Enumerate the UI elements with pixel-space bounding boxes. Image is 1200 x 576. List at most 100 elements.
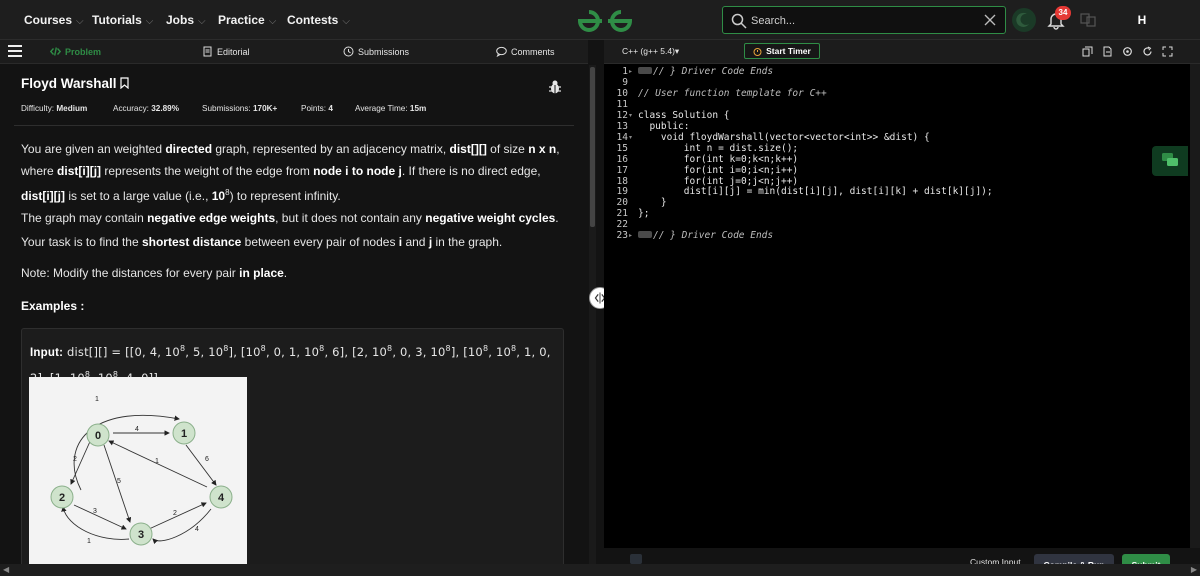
edge-label: 6 xyxy=(205,456,209,463)
code-text: }; xyxy=(638,208,650,220)
code-line[interactable]: // } Driver Code Ends xyxy=(638,66,773,77)
code-text: } xyxy=(638,197,667,209)
language-select[interactable]: C++ (g++ 5.4)▾ xyxy=(622,46,679,57)
line-number: 15 xyxy=(616,142,628,154)
code-text: class Solution { xyxy=(638,109,730,121)
edge-label: 1 xyxy=(87,538,91,545)
editor-footer: Custom Input Compile & Run Submit xyxy=(604,548,1200,572)
code-line[interactable]: } xyxy=(638,197,667,208)
accuracy-meta: Accuracy: 32.89% xyxy=(113,104,180,113)
line-number: 1 xyxy=(622,66,628,77)
problem-description: You are given an weighted directed graph… xyxy=(21,142,560,225)
fold-toggle-icon[interactable]: ▸ xyxy=(629,68,632,75)
tab-submissions[interactable]: Submissions xyxy=(343,46,409,57)
copy-icon[interactable] xyxy=(1082,46,1093,57)
fold-toggle-icon[interactable]: ▾ xyxy=(629,112,632,119)
divider xyxy=(14,125,574,126)
search-input[interactable] xyxy=(751,12,971,30)
chevron-down-icon: ⌵ xyxy=(268,16,277,27)
translate-icon[interactable] xyxy=(1080,12,1096,28)
chevron-down-icon: ⌵ xyxy=(198,16,206,27)
code-line[interactable]: public: xyxy=(638,121,689,132)
code-line[interactable]: dist[i][j] = min(dist[i][j], dist[i][k] … xyxy=(638,186,993,197)
code-text: int n = dist.size(); xyxy=(638,142,799,154)
avatar[interactable]: H xyxy=(1130,9,1154,31)
horizontal-scrollbar[interactable]: ◀ ▶ xyxy=(0,564,1200,576)
chevron-down-icon: ⌵ xyxy=(76,16,84,27)
menu-icon[interactable] xyxy=(8,44,22,58)
notification-badge: 34 xyxy=(1055,6,1071,20)
nav-courses[interactable]: Courses ⌵ xyxy=(24,13,84,27)
chevron-down-icon: ⌵ xyxy=(342,16,350,27)
code-line[interactable]: }; xyxy=(638,208,649,219)
edge-label: 4 xyxy=(195,526,199,533)
editor-scrollbar[interactable] xyxy=(1190,64,1200,548)
code-line[interactable]: for(int i=0;i<n;i++) xyxy=(638,165,798,176)
graph-edge xyxy=(73,504,127,530)
moon-icon xyxy=(1016,12,1029,27)
code-editor[interactable]: 1 ▸ 9 10 11 12 ▾ 13 14 ▾ 15 16 17 18 19 20 21 22 23 ▸ // } … xyxy=(604,64,1190,548)
line-number-gutter: 1 ▸ 9 10 11 12 ▾ 13 14 ▾ 15 16 17 18 19 20 21 22 23 ▸ xyxy=(604,64,634,548)
node-label: 3 xyxy=(138,529,144,541)
expand-console-icon[interactable] xyxy=(628,552,644,564)
search-icon xyxy=(731,13,747,29)
start-timer-button[interactable]: Start Timer xyxy=(744,43,820,59)
difficulty-meta: Difficulty: Medium xyxy=(21,104,88,113)
nav-jobs[interactable]: Jobs ⌵ xyxy=(166,13,206,27)
reset-icon[interactable] xyxy=(1142,46,1153,57)
line-number: 20 xyxy=(616,197,628,209)
nav-contests[interactable]: Contests ⌵ xyxy=(287,13,350,27)
folded-code-chip[interactable] xyxy=(638,231,652,239)
examples-heading: Examples : xyxy=(21,299,85,313)
scroll-left-icon[interactable]: ◀ xyxy=(3,565,9,574)
code-line[interactable]: class Solution { xyxy=(638,110,730,121)
document-icon xyxy=(203,46,212,57)
gear-icon[interactable] xyxy=(1122,46,1133,57)
fullscreen-icon[interactable] xyxy=(1162,46,1173,57)
node-label: 2 xyxy=(59,492,65,504)
example-box: Input: dist[][] = [[0, 4, 108, 5, 108], … xyxy=(21,328,564,564)
code-line[interactable]: for(int k=0;k<n;k++) xyxy=(638,154,798,165)
fold-toggle-icon[interactable]: ▸ xyxy=(629,232,632,239)
bug-report-icon[interactable] xyxy=(548,79,562,95)
edge-label: 3 xyxy=(93,508,97,515)
tab-comments[interactable]: Comments xyxy=(496,46,555,57)
folded-code-chip[interactable] xyxy=(638,67,652,74)
bookmark-icon[interactable] xyxy=(119,77,129,89)
code-line[interactable]: // User function template for C++ xyxy=(638,88,827,99)
code-text: void floydWarshall(vector<vector<int>> &… xyxy=(638,131,930,143)
theme-toggle-button[interactable] xyxy=(1012,8,1036,32)
chat-button[interactable] xyxy=(1152,146,1188,176)
code-line[interactable]: int n = dist.size(); xyxy=(638,143,798,154)
code-text: for(int j=0;j<n;j++) xyxy=(638,175,799,187)
close-icon[interactable] xyxy=(983,13,997,27)
nav-tutorials[interactable]: Tutorials ⌵ xyxy=(92,13,153,27)
chevron-down-icon: ▾ xyxy=(674,46,680,56)
example-graph: 1 4 2 5 1 6 3 2 4 1 0 1 2 3 4 xyxy=(29,377,247,564)
code-text: // User function template for C++ xyxy=(638,87,827,99)
code-line[interactable]: void floydWarshall(vector<vector<int>> &… xyxy=(638,132,930,143)
code-line[interactable]: // } Driver Code Ends xyxy=(638,230,773,241)
problem-tabs-bar: Problem Editorial Submissions Comments xyxy=(0,40,588,64)
line-number: 21 xyxy=(616,208,628,220)
code-text: // } Driver Code Ends xyxy=(653,66,774,77)
problem-panel: Floyd Warshall Difficulty: Medium Accura… xyxy=(0,65,588,564)
chevron-down-icon: ⌵ xyxy=(145,16,154,27)
edge-label: 4 xyxy=(135,426,139,433)
nav-practice[interactable]: Practice ⌵ xyxy=(218,13,276,27)
search-bar[interactable] xyxy=(722,6,1006,34)
graph-edge xyxy=(73,414,180,491)
tab-editorial[interactable]: Editorial xyxy=(202,46,250,57)
gfg-logo[interactable] xyxy=(570,4,640,36)
line-number: 16 xyxy=(616,153,628,165)
tab-problem[interactable]: Problem xyxy=(50,46,101,57)
fold-toggle-icon[interactable]: ▾ xyxy=(629,134,632,141)
code-text: // } Driver Code Ends xyxy=(653,230,774,242)
problem-scrollbar[interactable] xyxy=(589,65,596,564)
line-number: 18 xyxy=(616,175,628,187)
code-line[interactable]: for(int j=0;j<n;j++) xyxy=(638,176,798,187)
scroll-right-icon[interactable]: ▶ xyxy=(1191,565,1197,574)
format-icon[interactable] xyxy=(1102,46,1113,57)
average-time-meta: Average Time: 15m xyxy=(355,104,427,113)
scrollbar-thumb[interactable] xyxy=(590,67,595,227)
